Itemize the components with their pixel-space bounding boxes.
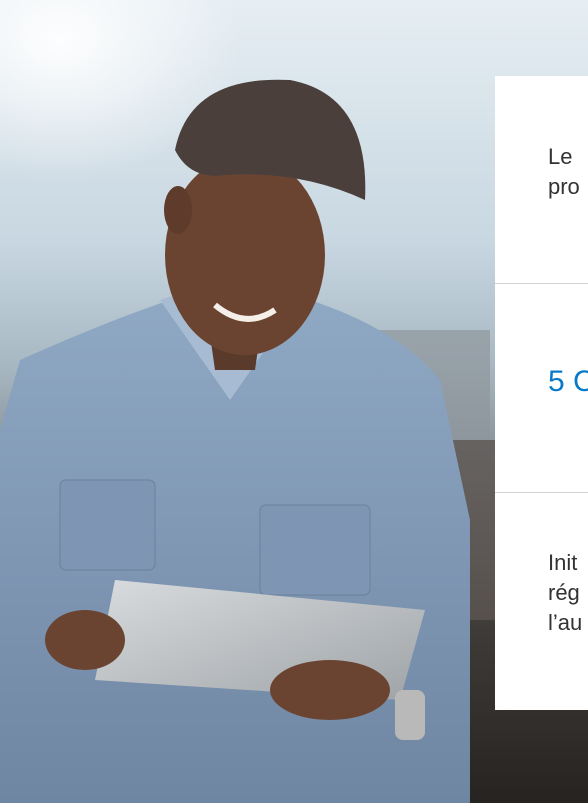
info-card-1: Le pro xyxy=(495,76,588,283)
info-card-3-line-1: Init xyxy=(548,550,578,575)
info-card-1-text: Le pro xyxy=(548,142,588,202)
info-card-1-line-2: pro xyxy=(548,174,580,199)
info-card-3-text: Init rég l’au xyxy=(548,548,588,638)
info-card-3-line-3: l’au xyxy=(548,610,583,635)
info-card-1-line-1: Le xyxy=(548,144,573,169)
info-card-2: 5 C xyxy=(495,284,588,492)
info-card-3-line-2: rég xyxy=(548,580,580,605)
info-card-2-text: 5 C xyxy=(548,364,588,400)
info-card-stack: Le pro 5 C Init rég l’au xyxy=(495,76,588,710)
info-card-3: Init rég l’au xyxy=(495,493,588,710)
info-card-2-stat: 5 C xyxy=(548,365,588,398)
